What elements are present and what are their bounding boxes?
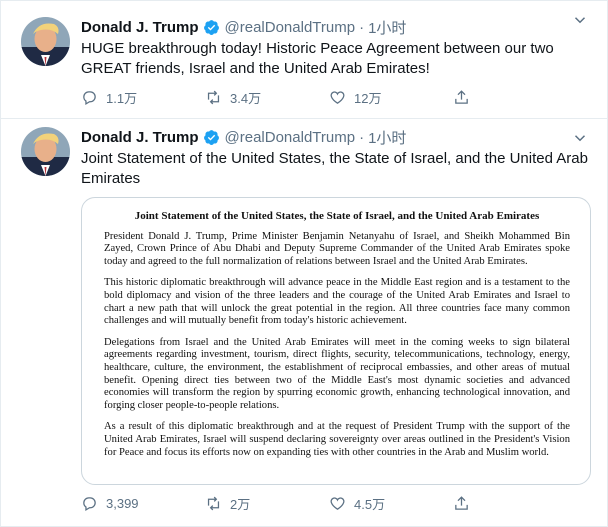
- separator-dot: ·: [359, 128, 365, 146]
- retweet-count: 2万: [230, 496, 251, 512]
- reply-count: 3,399: [106, 495, 139, 511]
- tweet-header: Donald J. Trump @realDonaldTrump · 1小时: [81, 16, 406, 38]
- reply-button[interactable]: 3,399: [81, 493, 139, 513]
- tweet-text: HUGE breakthrough today! Historic Peace …: [81, 40, 554, 77]
- like-count: 12万: [354, 90, 382, 106]
- timestamp[interactable]: 1小时: [368, 17, 406, 38]
- document-paragraph: This historic diplomatic breakthrough wi…: [104, 277, 570, 327]
- reply-count: 1.1万: [106, 90, 138, 106]
- display-name[interactable]: Donald J. Trump: [81, 129, 199, 146]
- verified-badge-icon: [203, 129, 220, 146]
- chevron-down-icon[interactable]: [571, 11, 589, 29]
- avatar[interactable]: [21, 127, 70, 176]
- tweet-header: Donald J. Trump @realDonaldTrump · 1小时: [81, 126, 406, 148]
- retweet-count: 3.4万: [230, 90, 262, 106]
- timeline-feed: Donald J. Trump @realDonaldTrump · 1小时 H…: [0, 0, 608, 527]
- tweet[interactable]: Donald J. Trump @realDonaldTrump · 1小时 J…: [1, 119, 607, 527]
- user-handle[interactable]: @realDonaldTrump: [225, 129, 356, 146]
- document-content: Joint Statement of the United States, th…: [104, 210, 570, 468]
- retweet-button[interactable]: 2万: [205, 493, 250, 513]
- like-button[interactable]: 4.5万: [329, 493, 385, 513]
- retweet-icon: [207, 90, 220, 104]
- document-title: Joint Statement of the United States, th…: [134, 210, 540, 222]
- share-button[interactable]: [453, 87, 478, 107]
- user-handle[interactable]: @realDonaldTrump: [225, 19, 356, 36]
- reply-icon: [83, 90, 96, 105]
- tweet-text: Joint Statement of the United States, th…: [81, 150, 588, 187]
- tweet-actions: 1.1万 3.4万 12万: [81, 87, 481, 107]
- document-paragraph: Delegations from Israel and the United A…: [104, 336, 570, 411]
- attached-document-image[interactable]: Joint Statement of the United States, th…: [81, 197, 591, 485]
- document-paragraph: President Donald J. Trump, Prime Ministe…: [104, 230, 570, 267]
- reply-icon: [83, 496, 96, 511]
- avatar[interactable]: [21, 17, 70, 66]
- share-icon: [455, 495, 468, 510]
- display-name[interactable]: Donald J. Trump: [81, 19, 199, 36]
- heart-icon: [330, 90, 345, 104]
- like-count: 4.5万: [354, 496, 386, 512]
- document-paragraph: As a result of this diplomatic breakthro…: [104, 421, 570, 458]
- share-button[interactable]: [453, 493, 478, 513]
- tweet-actions: 3,399 2万 4.5万: [81, 493, 481, 513]
- share-icon: [455, 89, 468, 104]
- retweet-button[interactable]: 3.4万: [205, 87, 261, 107]
- separator-dot: ·: [359, 18, 365, 36]
- timestamp[interactable]: 1小时: [368, 127, 406, 148]
- tweet[interactable]: Donald J. Trump @realDonaldTrump · 1小时 H…: [1, 1, 607, 119]
- like-button[interactable]: 12万: [329, 87, 381, 107]
- heart-icon: [330, 496, 345, 510]
- reply-button[interactable]: 1.1万: [81, 87, 137, 107]
- verified-badge-icon: [203, 19, 220, 36]
- avatar-image: [21, 127, 70, 176]
- chevron-down-icon[interactable]: [571, 129, 589, 147]
- retweet-icon: [207, 496, 220, 510]
- avatar-image: [21, 17, 70, 66]
